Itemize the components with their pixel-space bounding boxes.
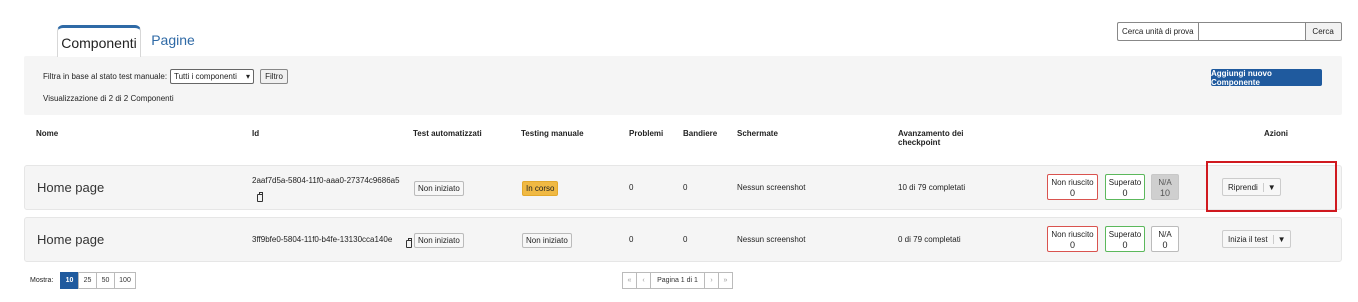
search-button[interactable]: Cerca	[1305, 22, 1342, 41]
start-test-button[interactable]: Inizia il test ▼	[1222, 230, 1291, 248]
header-id[interactable]: Id	[252, 129, 259, 138]
filter-select-value: Tutti i componenti	[174, 72, 237, 81]
auto-test-status-badge: Non iniziato	[414, 181, 464, 196]
manual-test-status-badge: In corso	[522, 181, 559, 196]
problems-count: 0	[629, 183, 634, 192]
pass-count: 0	[1122, 240, 1128, 250]
screenshots-status: Nessun screenshot	[737, 183, 806, 192]
page-size-50[interactable]: 50	[96, 272, 115, 289]
flags-count: 0	[683, 235, 688, 244]
na-count: 10	[1159, 188, 1170, 198]
search-input[interactable]	[1197, 22, 1306, 41]
header-progress-line1: Avanzamento dei	[898, 129, 964, 138]
na-count-box: N/A 10	[1151, 174, 1179, 200]
header-actions: Azioni	[1264, 129, 1288, 138]
copy-icon[interactable]	[257, 192, 263, 202]
pass-count: 0	[1122, 188, 1128, 198]
header-flags[interactable]: Bandiere	[683, 129, 717, 138]
next-page-button[interactable]: ›	[704, 272, 719, 289]
header-manual-testing[interactable]: Testing manuale	[521, 129, 584, 138]
chevron-down-icon: ▾	[245, 72, 250, 81]
pass-label: Superato	[1108, 178, 1142, 187]
na-count-box: N/A 0	[1151, 226, 1179, 252]
na-label: N/A	[1158, 230, 1172, 239]
na-label: N/A	[1158, 178, 1172, 187]
row-id: 3ff9bfe0-5804-11f0-b4fe-13130cca140e	[252, 235, 393, 244]
page-size-group: 10 25 50 100	[60, 272, 136, 289]
fail-count-box: Non riuscito 0	[1047, 226, 1098, 252]
page-size-label: Mostra:	[30, 277, 54, 284]
fail-count-box: Non riuscito 0	[1047, 174, 1098, 200]
na-count: 0	[1162, 240, 1168, 250]
checkpoint-progress: 10 di 79 completati	[898, 183, 966, 192]
first-page-button[interactable]: «	[622, 272, 637, 289]
start-test-button-label[interactable]: Inizia il test	[1223, 234, 1274, 244]
row-name[interactable]: Home page	[37, 232, 104, 247]
add-component-button[interactable]: Aggiungi nuovo Componente	[1211, 69, 1322, 87]
pass-count-box: Superato 0	[1105, 174, 1145, 200]
pass-label: Superato	[1108, 230, 1142, 239]
fail-label: Non riuscito	[1051, 178, 1094, 187]
page-size-100[interactable]: 100	[114, 272, 136, 289]
flags-count: 0	[683, 183, 688, 192]
pass-count-box: Superato 0	[1105, 226, 1145, 252]
tab-componenti[interactable]: Componenti	[57, 25, 141, 57]
header-auto-tests[interactable]: Test automatizzati	[413, 129, 482, 138]
filter-panel	[24, 56, 1342, 115]
header-progress[interactable]: Avanzamento dei checkpoint	[898, 129, 964, 147]
filter-label: Filtra in base al stato test manuale:	[43, 72, 168, 81]
prev-page-button[interactable]: ‹	[636, 272, 651, 289]
fail-count: 0	[1069, 240, 1075, 250]
header-name[interactable]: Nome	[36, 129, 58, 138]
copy-icon[interactable]	[406, 238, 413, 248]
pagination: « ‹ Pagina 1 di 1 › »	[622, 272, 733, 289]
search-bar: Cerca unità di prova Cerca	[1117, 22, 1342, 41]
tab-pagine[interactable]: Pagine	[145, 25, 201, 55]
fail-count: 0	[1069, 188, 1075, 198]
highlight-box	[1206, 161, 1337, 212]
caret-down-icon[interactable]: ▼	[1274, 235, 1290, 244]
problems-count: 0	[629, 235, 634, 244]
filter-select[interactable]: Tutti i componenti ▾	[170, 69, 254, 84]
last-page-button[interactable]: »	[718, 272, 733, 289]
header-screenshots[interactable]: Schermate	[737, 129, 778, 138]
checkpoint-progress: 0 di 79 completati	[898, 235, 961, 244]
manual-test-status-badge: Non iniziato	[522, 233, 572, 248]
auto-test-status-badge: Non iniziato	[414, 233, 464, 248]
page-indicator: Pagina 1 di 1	[650, 272, 705, 289]
filter-button[interactable]: Filtro	[260, 69, 288, 84]
results-count: Visualizzazione di 2 di 2 Componenti	[43, 94, 174, 103]
screenshots-status: Nessun screenshot	[737, 235, 806, 244]
page-size-25[interactable]: 25	[78, 272, 97, 289]
row-id: 2aaf7d5a-5804-11f0-aaa0-27374c9686a5	[252, 176, 400, 185]
search-label: Cerca unità di prova	[1117, 22, 1198, 41]
header-problems[interactable]: Problemi	[629, 129, 663, 138]
row-name[interactable]: Home page	[37, 180, 104, 195]
header-progress-line2: checkpoint	[898, 138, 941, 147]
fail-label: Non riuscito	[1051, 230, 1094, 239]
page-size-10[interactable]: 10	[60, 272, 79, 289]
